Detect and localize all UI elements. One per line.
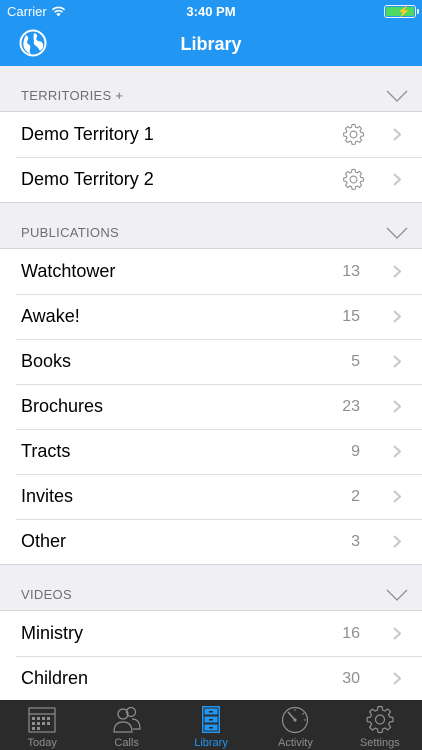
chevron-right-icon: [393, 265, 401, 278]
row-label: Books: [21, 351, 72, 371]
section-title: PUBLICATIONS: [21, 225, 119, 240]
tab-label: Activity: [278, 737, 313, 749]
tab-label: Calls: [114, 737, 139, 749]
gear-icon[interactable]: [342, 123, 365, 146]
row-count: 5: [351, 352, 360, 370]
chevron-right-icon: [393, 128, 401, 141]
tab-label: Library: [194, 737, 228, 749]
chevron-right-icon: [393, 310, 401, 323]
row-count: 2: [351, 487, 360, 505]
list-item[interactable]: Brochures 23: [0, 384, 422, 429]
list-item[interactable]: Watchtower 13: [0, 249, 422, 294]
tab-library[interactable]: Library: [169, 700, 253, 750]
page-title: Library: [180, 34, 242, 54]
row-label: Invites: [21, 486, 74, 506]
row-label: Demo Territory 2: [21, 169, 154, 189]
row-label: Other: [21, 531, 67, 551]
status-bar: Carrier 3:40 PM ⚡: [0, 0, 422, 22]
tab-settings[interactable]: Settings: [338, 700, 422, 750]
chevron-right-icon: [393, 535, 401, 548]
list-item[interactable]: Awake! 15: [0, 294, 422, 339]
tab-label: Settings: [359, 737, 400, 749]
list-item[interactable]: Demo Territory 2: [0, 157, 422, 202]
territories-group: Demo Territory 1 Demo Territory 2: [0, 111, 422, 203]
battery-icon: ⚡: [384, 5, 419, 18]
chevron-right-icon: [393, 355, 401, 368]
row-label: Demo Territory 1: [21, 124, 154, 144]
calendar-icon: [28, 707, 56, 733]
row-count: 23: [342, 397, 360, 415]
row-label: Children: [21, 668, 89, 688]
row-label: Tracts: [21, 441, 71, 461]
gauge-icon: [282, 706, 309, 734]
people-icon: [113, 706, 141, 733]
tab-label: Today: [27, 737, 57, 749]
chevron-right-icon: [393, 627, 401, 640]
chevron-right-icon: [393, 672, 401, 685]
row-count: 3: [351, 532, 360, 550]
row-label: Watchtower: [21, 261, 116, 281]
gear-icon[interactable]: [342, 168, 365, 191]
section-title: VIDEOS: [21, 587, 72, 602]
row-count: 13: [342, 262, 360, 280]
tab-activity[interactable]: Activity: [253, 700, 337, 750]
row-label: Awake!: [21, 306, 80, 326]
row-count: 9: [351, 442, 360, 460]
gear-icon: [366, 705, 394, 734]
chevron-down-icon[interactable]: [386, 589, 408, 601]
publications-group: Watchtower 13 Awake! 15 Books 5 Brochure…: [0, 248, 422, 565]
section-header-videos[interactable]: VIDEOS: [0, 565, 422, 610]
chevron-right-icon: [393, 400, 401, 413]
list-item[interactable]: Invites 2: [0, 474, 422, 519]
tab-calls[interactable]: Calls: [84, 700, 168, 750]
row-count: 15: [342, 307, 360, 325]
row-label: Ministry: [21, 623, 83, 643]
tab-bar: Today Calls Library Activity Settings: [0, 700, 422, 750]
section-header-publications[interactable]: PUBLICATIONS: [0, 203, 422, 248]
chevron-down-icon[interactable]: [386, 90, 408, 102]
filing-cabinet-icon: [202, 706, 221, 733]
list-item[interactable]: Demo Territory 1: [0, 112, 422, 157]
section-header-territories[interactable]: TERRITORIES +: [0, 66, 422, 111]
chevron-down-icon[interactable]: [386, 227, 408, 239]
list-item[interactable]: Books 5: [0, 339, 422, 384]
library-list: TERRITORIES + Demo Territory 1 Demo Terr…: [0, 66, 422, 700]
chevron-right-icon: [393, 445, 401, 458]
tab-today[interactable]: Today: [0, 700, 84, 750]
chevron-right-icon: [393, 490, 401, 503]
header: Carrier 3:40 PM ⚡ Library: [0, 0, 422, 66]
list-item[interactable]: Children 30: [0, 656, 422, 700]
section-title: TERRITORIES +: [21, 88, 124, 103]
chevron-right-icon: [393, 173, 401, 186]
row-label: Brochures: [21, 396, 104, 416]
list-item[interactable]: Tracts 9: [0, 429, 422, 474]
row-count: 30: [342, 669, 360, 687]
status-time: 3:40 PM: [186, 4, 236, 19]
videos-group: Ministry 16 Children 30: [0, 610, 422, 700]
list-item[interactable]: Ministry 16: [0, 611, 422, 656]
list-item[interactable]: Other 3: [0, 519, 422, 564]
navigation-bar: Library: [0, 22, 422, 66]
row-count: 16: [342, 624, 360, 642]
